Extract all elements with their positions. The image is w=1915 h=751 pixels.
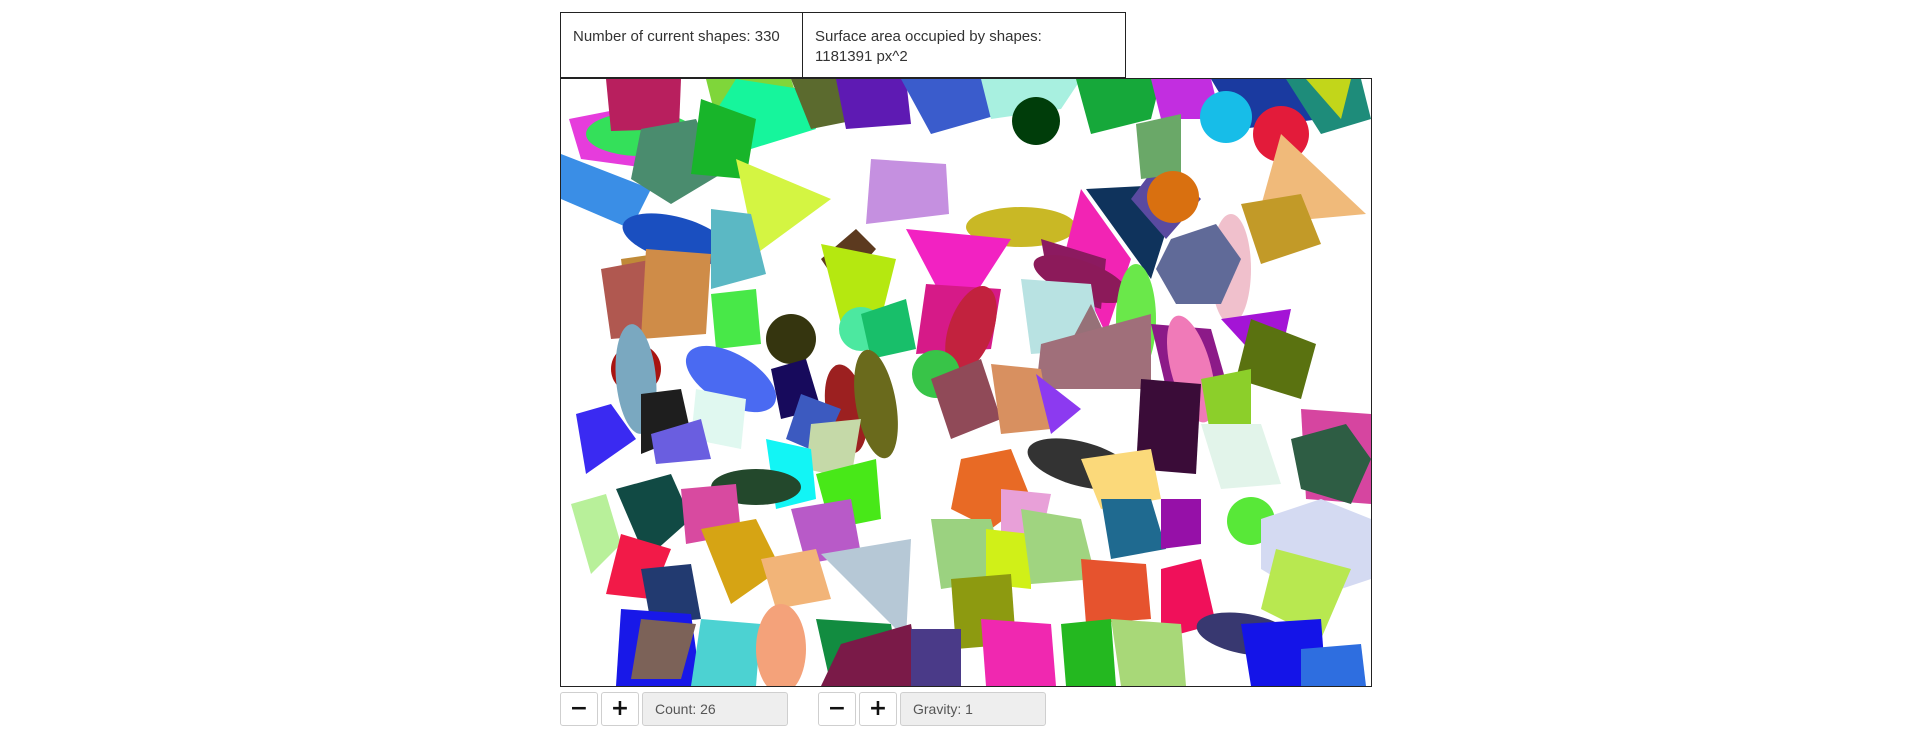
gravity-increment-button[interactable]: + [859, 692, 897, 726]
shape[interactable] [836, 79, 911, 129]
shape[interactable] [1147, 171, 1199, 223]
minus-icon: − [569, 696, 589, 721]
shape[interactable] [1136, 114, 1181, 179]
shape[interactable] [1201, 424, 1281, 489]
shape[interactable] [756, 604, 806, 686]
shape[interactable] [866, 159, 949, 224]
shapes-layer [561, 79, 1371, 686]
shape[interactable] [711, 289, 761, 349]
shape[interactable] [571, 494, 621, 574]
plus-icon: + [868, 696, 888, 721]
count-increment-button[interactable]: + [601, 692, 639, 726]
gravity-decrement-button[interactable]: − [818, 692, 856, 726]
shape[interactable] [1012, 97, 1060, 145]
plus-icon: + [610, 696, 630, 721]
shape[interactable] [691, 619, 761, 686]
minus-icon: − [827, 696, 847, 721]
shape[interactable] [1200, 91, 1252, 143]
shape[interactable] [1111, 619, 1186, 686]
shape[interactable] [1161, 499, 1201, 549]
shape[interactable] [1101, 499, 1166, 559]
count-decrement-button[interactable]: − [560, 692, 598, 726]
shape[interactable] [641, 249, 711, 339]
stats-bar: Number of current shapes: 330 Surface ar… [560, 12, 1126, 78]
shape-count-stat: Number of current shapes: 330 [561, 13, 803, 77]
shape[interactable] [981, 619, 1056, 686]
shape[interactable] [1081, 559, 1151, 624]
shape[interactable] [911, 629, 961, 686]
count-field[interactable]: Count: 26 [642, 692, 788, 726]
shape[interactable] [766, 314, 816, 364]
shape[interactable] [1301, 644, 1366, 686]
shapes-canvas[interactable] [560, 78, 1372, 687]
shape[interactable] [1061, 619, 1116, 686]
shape[interactable] [606, 79, 681, 131]
shapes-svg[interactable] [561, 79, 1371, 686]
surface-area-stat: Surface area occupied by shapes: 1181391… [815, 28, 1042, 65]
gravity-field[interactable]: Gravity: 1 [900, 692, 1046, 726]
